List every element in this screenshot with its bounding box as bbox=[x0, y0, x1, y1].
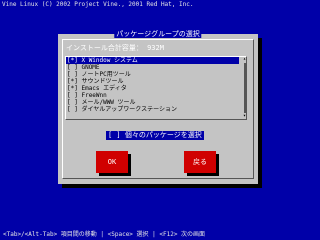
list-item-label: メール/WWW ツール bbox=[81, 99, 136, 106]
list-item-label: X Window システム bbox=[81, 57, 138, 64]
checkbox[interactable]: [ ] bbox=[67, 71, 78, 78]
checkbox[interactable]: [ ] bbox=[67, 99, 78, 106]
checkbox[interactable]: [*] bbox=[67, 78, 78, 85]
list-item-dialup[interactable]: [ ] ダイヤルアップワークステーション bbox=[66, 106, 246, 113]
package-group-list[interactable]: [*] X Window システム [ ] GNOME [ ] ノートPC用ツー… bbox=[65, 56, 247, 120]
list-scrollbar[interactable]: ▴ ▾ bbox=[243, 57, 247, 119]
checkbox[interactable]: [ ] bbox=[67, 92, 78, 99]
list-item-label: ダイヤルアップワークステーション bbox=[81, 106, 177, 113]
copyright-line: Vine Linux (C) 2002 Project Vine., 2001 … bbox=[2, 1, 194, 8]
ok-button[interactable]: OK bbox=[96, 151, 128, 173]
checkbox[interactable]: [ ] bbox=[67, 64, 78, 71]
package-group-dialog: パッケージグループの選択 インストール合計容量： 932M [*] X Wind… bbox=[58, 30, 258, 184]
scroll-down-icon[interactable]: ▾ bbox=[243, 114, 246, 119]
scrollbar-track[interactable] bbox=[244, 63, 246, 113]
checkbox[interactable]: [*] bbox=[67, 57, 78, 64]
list-item-x-window[interactable]: [*] X Window システム bbox=[66, 57, 239, 64]
checkbox[interactable]: [*] bbox=[67, 85, 78, 92]
select-individual-packages-checkbox[interactable]: [ ] 個々のパッケージを選択 bbox=[106, 131, 204, 140]
list-item-label: FreeWnn bbox=[81, 92, 107, 99]
install-size-label: インストール合計容量： 932M bbox=[66, 44, 164, 52]
list-item-mail-www[interactable]: [ ] メール/WWW ツール bbox=[66, 99, 246, 106]
list-item-label: サウンドツール bbox=[81, 78, 124, 85]
list-item-gnome[interactable]: [ ] GNOME bbox=[66, 64, 246, 71]
list-item-label: GNOME bbox=[81, 64, 100, 71]
list-item-emacs[interactable]: [*] Emacs エディタ bbox=[66, 85, 246, 92]
list-item-label: ノートPC用ツール bbox=[81, 71, 131, 78]
dialog-title: パッケージグループの選択 bbox=[114, 30, 202, 38]
list-item-label: Emacs エディタ bbox=[81, 85, 127, 92]
checkbox[interactable]: [ ] bbox=[67, 106, 78, 113]
list-item-freewnn[interactable]: [ ] FreeWnn bbox=[66, 92, 246, 99]
back-button[interactable]: 戻る bbox=[184, 151, 216, 173]
scroll-up-icon[interactable]: ▴ bbox=[243, 57, 246, 62]
help-line: <Tab>/<Alt-Tab> 項目間の移動 | <Space> 選択 | <F… bbox=[3, 231, 206, 238]
list-item-sound-tools[interactable]: [*] サウンドツール bbox=[66, 78, 246, 85]
list-item-laptop-tools[interactable]: [ ] ノートPC用ツール bbox=[66, 71, 246, 78]
